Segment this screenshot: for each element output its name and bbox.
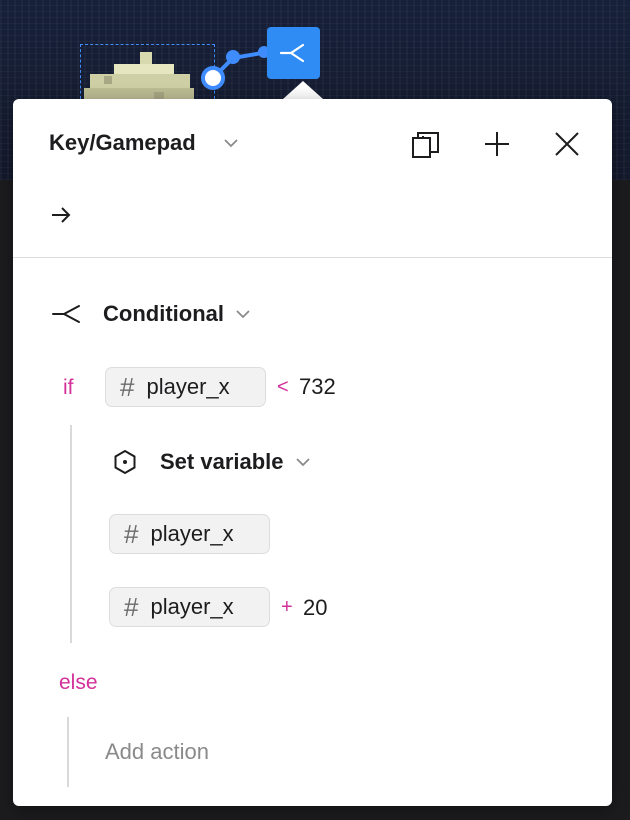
panel-header: Key/Gamepad [13, 99, 612, 189]
chevron-down-icon[interactable] [223, 137, 239, 149]
condition-variable: player_x [146, 374, 230, 399]
branch-icon [52, 305, 80, 323]
divider [13, 257, 612, 258]
conditional-node[interactable] [267, 27, 320, 79]
arrow-right-icon[interactable] [49, 203, 73, 227]
trigger-title[interactable]: Key/Gamepad [49, 130, 196, 156]
chevron-down-icon[interactable] [295, 456, 311, 468]
conditional-label: Conditional [103, 301, 224, 326]
expression-variable-pill[interactable]: # player_x [109, 587, 270, 627]
if-keyword: if [63, 376, 74, 399]
target-variable-pill[interactable]: # player_x [109, 514, 270, 554]
close-icon[interactable] [552, 129, 582, 159]
branch-icon [279, 43, 304, 63]
expression-value[interactable]: 20 [303, 595, 327, 621]
plus-icon[interactable] [482, 129, 512, 159]
number-variable-icon: # [124, 518, 139, 549]
conditional-header[interactable]: Conditional [51, 301, 251, 327]
number-variable-icon: # [124, 591, 139, 622]
expression-operator[interactable]: + [281, 596, 293, 619]
expression-variable: player_x [150, 594, 234, 619]
else-branch-line [67, 717, 69, 787]
hexagon-icon [114, 449, 136, 475]
condition-variable-pill[interactable]: # player_x [105, 367, 266, 407]
condition-operator[interactable]: < [277, 376, 289, 399]
duplicate-icon[interactable] [411, 129, 441, 159]
behavior-panel: Key/Gamepad Conditional if # player_x < … [13, 99, 612, 806]
if-branch-line [70, 425, 72, 643]
condition-value[interactable]: 732 [299, 374, 336, 400]
add-action-button[interactable]: Add action [105, 739, 209, 765]
else-keyword: else [59, 671, 98, 694]
panel-pointer [283, 81, 323, 99]
target-variable: player_x [150, 521, 234, 546]
set-variable-header[interactable]: Set variable [113, 449, 311, 475]
set-variable-label: Set variable [160, 449, 284, 474]
number-variable-icon: # [120, 371, 135, 402]
chevron-down-icon[interactable] [235, 308, 251, 320]
